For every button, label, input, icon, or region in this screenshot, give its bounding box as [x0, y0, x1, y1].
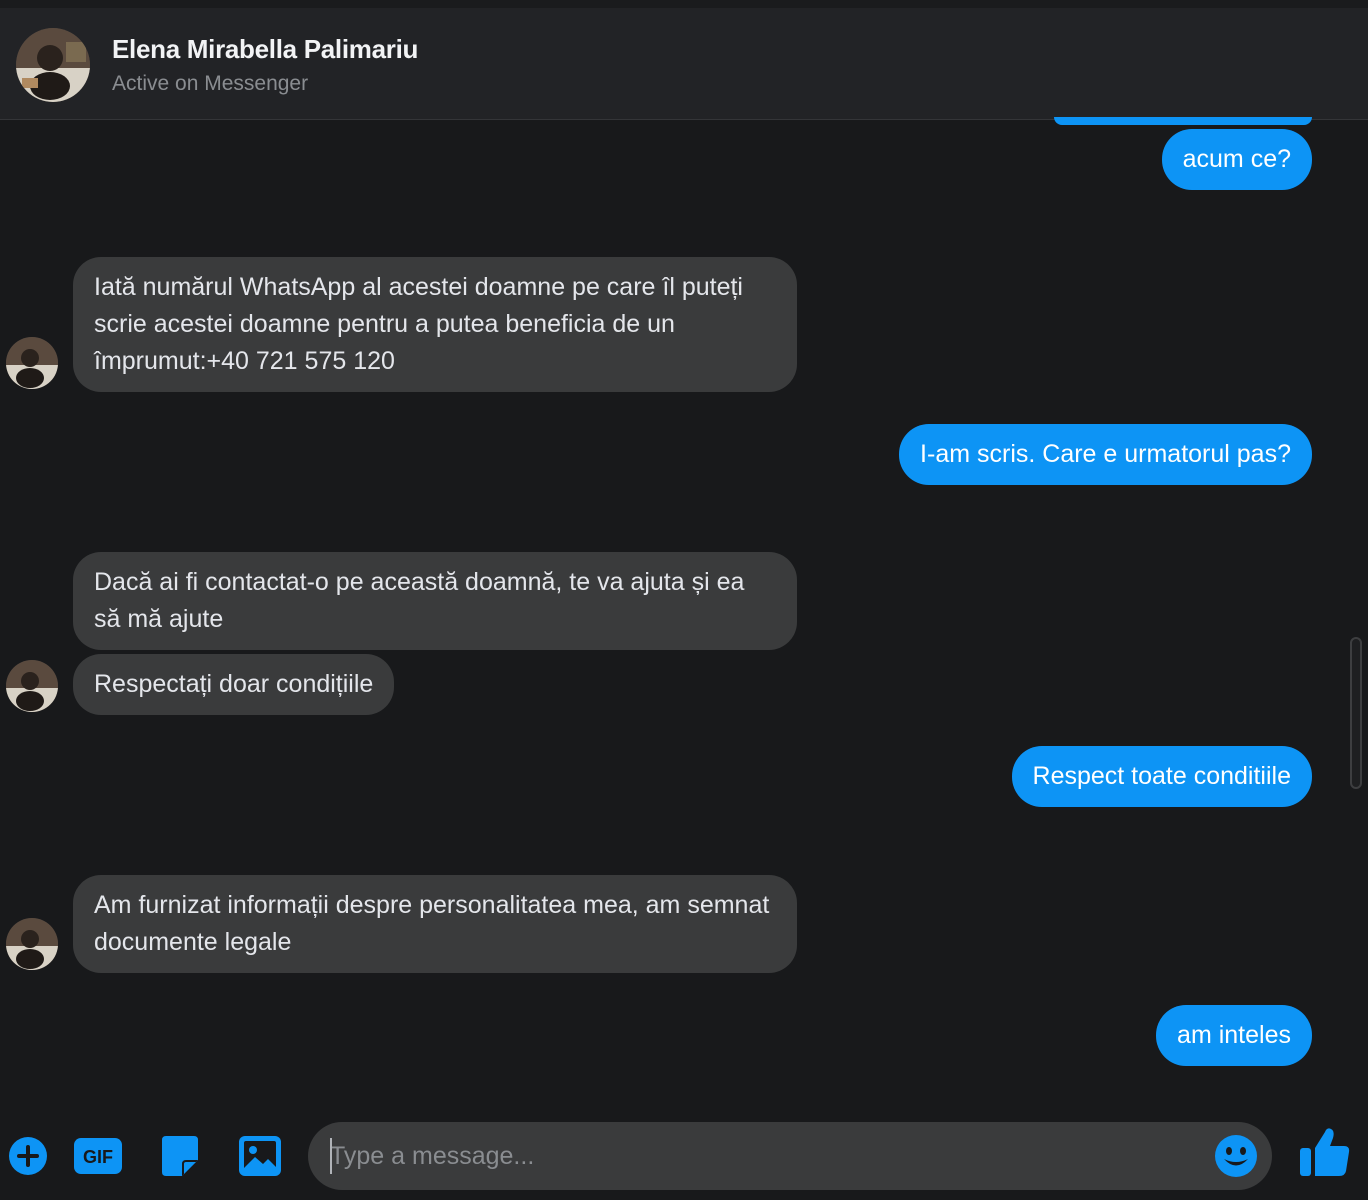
- message-input[interactable]: [330, 1122, 1190, 1190]
- conversation-header: Elena Mirabella Palimariu Active on Mess…: [0, 0, 1368, 120]
- text-caret: [330, 1138, 332, 1174]
- outgoing-message[interactable]: am inteles: [1156, 1005, 1312, 1066]
- avatar-photo: [6, 660, 58, 712]
- message-composer: GIF: [0, 1112, 1368, 1200]
- incoming-message[interactable]: Am furnizat informații despre personalit…: [73, 875, 797, 973]
- message-input-wrapper: [308, 1122, 1272, 1190]
- incoming-message[interactable]: Dacă ai fi contactat-o pe această doamnă…: [73, 552, 797, 650]
- emoji-icon[interactable]: [1212, 1132, 1260, 1180]
- contact-status: Active on Messenger: [112, 72, 309, 95]
- message-list: acum ce? Iată numărul WhatsApp al aceste…: [0, 117, 1368, 1111]
- previous-outgoing-bubble-edge: [1054, 117, 1312, 125]
- outgoing-message[interactable]: Respect toate conditiile: [1011, 746, 1312, 807]
- contact-avatar[interactable]: [16, 28, 90, 102]
- incoming-message[interactable]: Respectați doar condițiile: [73, 654, 395, 715]
- incoming-message[interactable]: Iată numărul WhatsApp al acestei doamne …: [73, 257, 797, 392]
- contact-avatar-small[interactable]: [6, 337, 58, 389]
- header-top-border: [0, 0, 1368, 8]
- contact-avatar-small[interactable]: [6, 918, 58, 970]
- outgoing-message[interactable]: I-am scris. Care e urmatorul pas?: [899, 424, 1312, 485]
- gif-label: GIF: [83, 1147, 113, 1167]
- avatar-photo: [16, 28, 90, 102]
- like-icon[interactable]: [1298, 1124, 1350, 1176]
- image-icon[interactable]: [236, 1132, 284, 1180]
- contact-avatar-small[interactable]: [6, 660, 58, 712]
- sticker-icon[interactable]: [156, 1132, 204, 1180]
- avatar-photo: [6, 918, 58, 970]
- avatar-photo: [6, 337, 58, 389]
- scrollbar-thumb[interactable]: [1350, 637, 1362, 789]
- outgoing-message[interactable]: acum ce?: [1161, 129, 1312, 190]
- contact-name[interactable]: Elena Mirabella Palimariu: [112, 34, 418, 65]
- messenger-window: Elena Mirabella Palimariu Active on Mess…: [0, 0, 1368, 1200]
- gif-icon[interactable]: GIF: [72, 1132, 122, 1180]
- plus-icon[interactable]: [4, 1132, 52, 1180]
